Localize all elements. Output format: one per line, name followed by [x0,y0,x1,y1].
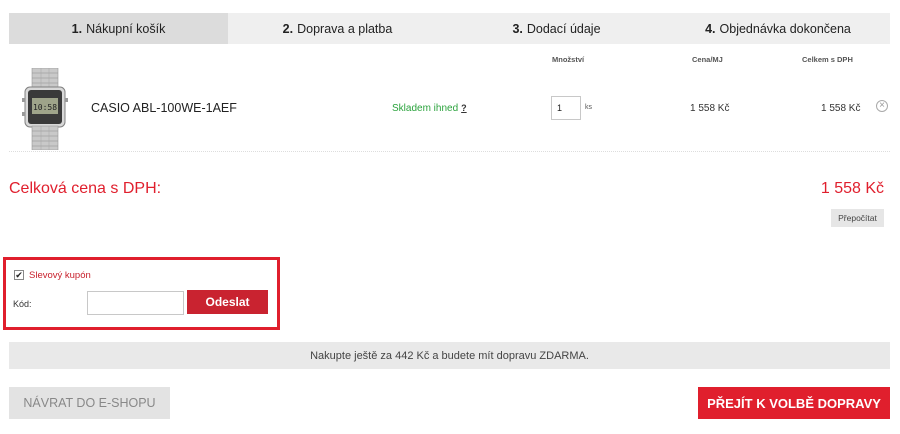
step-label: Dodací údaje [526,21,601,36]
step-label: Nákupní košík [86,21,166,36]
free-shipping-info: Nakupte ještě za 442 Kč a budete mít dop… [9,342,890,369]
item-total: 1 558 Kč [821,103,861,114]
header-unit-price: Cena/MJ [692,55,723,64]
stock-help-link[interactable]: ? [461,103,467,113]
product-image[interactable]: 10:58 [22,67,68,151]
checkout-steps: 1. Nákupní košík 2. Doprava a platba 3. … [9,13,890,44]
step-number: 1. [71,21,83,36]
total-value: 1 558 Kč [820,180,884,197]
quantity-unit: ks [585,104,592,111]
step-number: 3. [512,21,523,36]
product-name[interactable]: CASIO ABL-100WE-1AEF [91,101,237,115]
header-total-with-vat: Celkem s DPH [802,55,853,64]
continue-to-shipping-button[interactable]: PŘEJÍT K VOLBĚ DOPRAVY [698,387,890,419]
step-cart[interactable]: 1. Nákupní košík [9,13,228,44]
step-label: Objednávka dokončena [719,21,851,36]
step-label: Doprava a platba [297,21,393,36]
step-shipping-payment[interactable]: 2. Doprava a platba [228,13,447,44]
coupon-code-label: Kód: [13,299,32,309]
recalculate-button[interactable]: Přepočítat [831,209,884,227]
coupon-code-input[interactable] [87,291,184,315]
coupon-checkbox[interactable]: ✔ [14,270,24,280]
unit-price: 1 558 Kč [690,103,730,114]
coupon-label[interactable]: Slevový kupón [29,270,91,281]
quantity-input[interactable] [551,96,581,120]
step-delivery-details[interactable]: 3. Dodací údaje [447,13,666,44]
stock-label: Skladem ihned [392,103,459,114]
step-order-complete[interactable]: 4. Objednávka dokončena [666,13,890,44]
stock-status: Skladem ihned? [392,103,467,114]
coupon-submit-button[interactable]: Odeslat [187,290,268,314]
header-quantity: Množství [552,55,585,64]
total-label: Celková cena s DPH: [9,180,162,197]
coupon-box: ✔ Slevový kupón Kód: Odeslat [3,257,280,330]
remove-item-icon[interactable]: × [876,100,888,112]
row-divider [9,151,890,152]
back-to-shop-button[interactable]: NÁVRAT DO E-SHOPU [9,387,170,419]
step-number: 4. [705,21,716,36]
svg-text:10:58: 10:58 [33,103,57,112]
step-number: 2. [282,21,294,36]
